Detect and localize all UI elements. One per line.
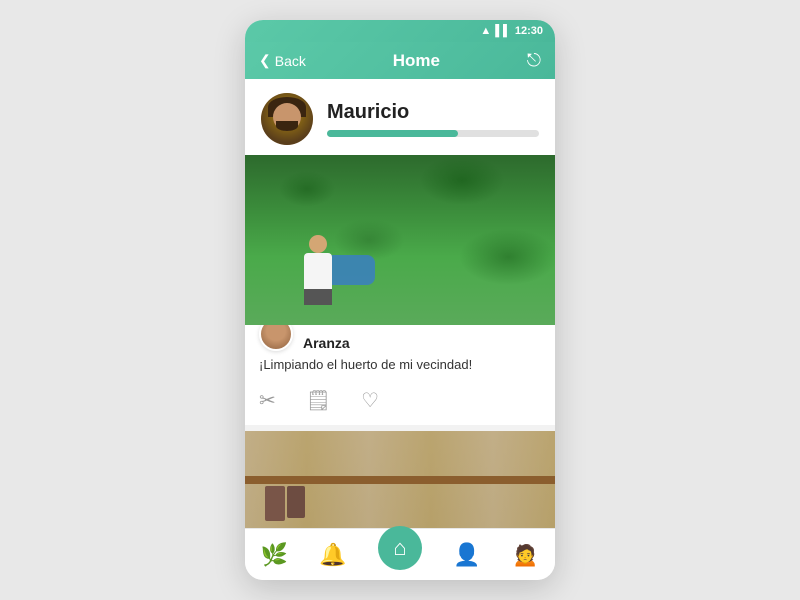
garden-leaves — [245, 155, 555, 325]
profile-name: Mauricio — [327, 101, 539, 124]
home-circle: ⌂ — [378, 526, 422, 570]
card-store-image: ORBAR ORBAR — [245, 431, 555, 528]
nav-item-home[interactable]: ⌂ — [378, 540, 422, 570]
profile-section: Mauricio — [245, 79, 555, 155]
avatar-image — [261, 93, 313, 145]
compose-icon[interactable]: ⎋ — [527, 50, 541, 71]
avatar — [261, 93, 313, 145]
note-action-button[interactable]: 🗒 — [306, 388, 331, 413]
store-scene: ORBAR ORBAR — [245, 431, 555, 528]
card-garden: Aranza ¡Limpiando el huerto de mi vecind… — [245, 155, 555, 425]
profile-info: Mauricio — [327, 101, 539, 137]
person1 — [300, 235, 336, 295]
bottom-nav: 🌿 🔔 ⌂ 👤 🙍 — [245, 528, 555, 580]
nav-item-profile[interactable]: 🙍 — [512, 542, 539, 568]
nav-item-bell[interactable]: 🔔 — [319, 542, 346, 568]
shelf-1 — [245, 476, 555, 484]
card-garden-meta: Aranza — [245, 325, 555, 355]
wifi-icon: ▲ — [480, 25, 491, 37]
nav-item-community[interactable]: 👤 — [453, 542, 480, 568]
nav-item-leaf[interactable]: 🌿 — [261, 542, 288, 568]
card-username-aranza: Aranza — [303, 335, 350, 351]
back-button[interactable]: ❮ Back — [259, 52, 306, 69]
card-text-aranza: ¡Limpiando el huerto de mi vecindad! — [245, 355, 555, 382]
progress-bar — [327, 130, 539, 137]
back-label: Back — [275, 53, 306, 69]
community-icon: 👤 — [453, 542, 480, 568]
phone-frame: ▲ ▌▌ 12:30 ❮ Back Home ⎋ Mauricio — [245, 20, 555, 580]
signal-icon: ▌▌ — [495, 25, 511, 37]
leaf-icon: 🌿 — [261, 542, 288, 568]
status-bar: ▲ ▌▌ 12:30 — [245, 20, 555, 42]
chevron-left-icon: ❮ — [259, 52, 271, 69]
feed: Aranza ¡Limpiando el huerto de mi vecind… — [245, 155, 555, 528]
card-garden-image — [245, 155, 555, 325]
card-store: ORBAR ORBAR Julia — [245, 431, 555, 528]
heart-action-button[interactable]: ♡ — [361, 388, 379, 413]
time-display: 12:30 — [515, 25, 543, 37]
page-title: Home — [393, 51, 440, 71]
nav-bar: ❮ Back Home ⎋ — [245, 42, 555, 79]
product-1 — [265, 486, 285, 521]
home-icon: ⌂ — [393, 535, 406, 561]
card-actions: ✂ 🗒 ♡ — [245, 382, 555, 425]
profile-icon: 🙍 — [512, 542, 539, 568]
clip-action-button[interactable]: ✂ — [259, 388, 276, 413]
progress-fill — [327, 130, 458, 137]
product-2 — [287, 486, 305, 518]
avatar-beard — [276, 121, 298, 131]
garden-scene — [245, 155, 555, 325]
bell-icon: 🔔 — [319, 542, 346, 568]
status-icons: ▲ ▌▌ 12:30 — [480, 25, 543, 37]
